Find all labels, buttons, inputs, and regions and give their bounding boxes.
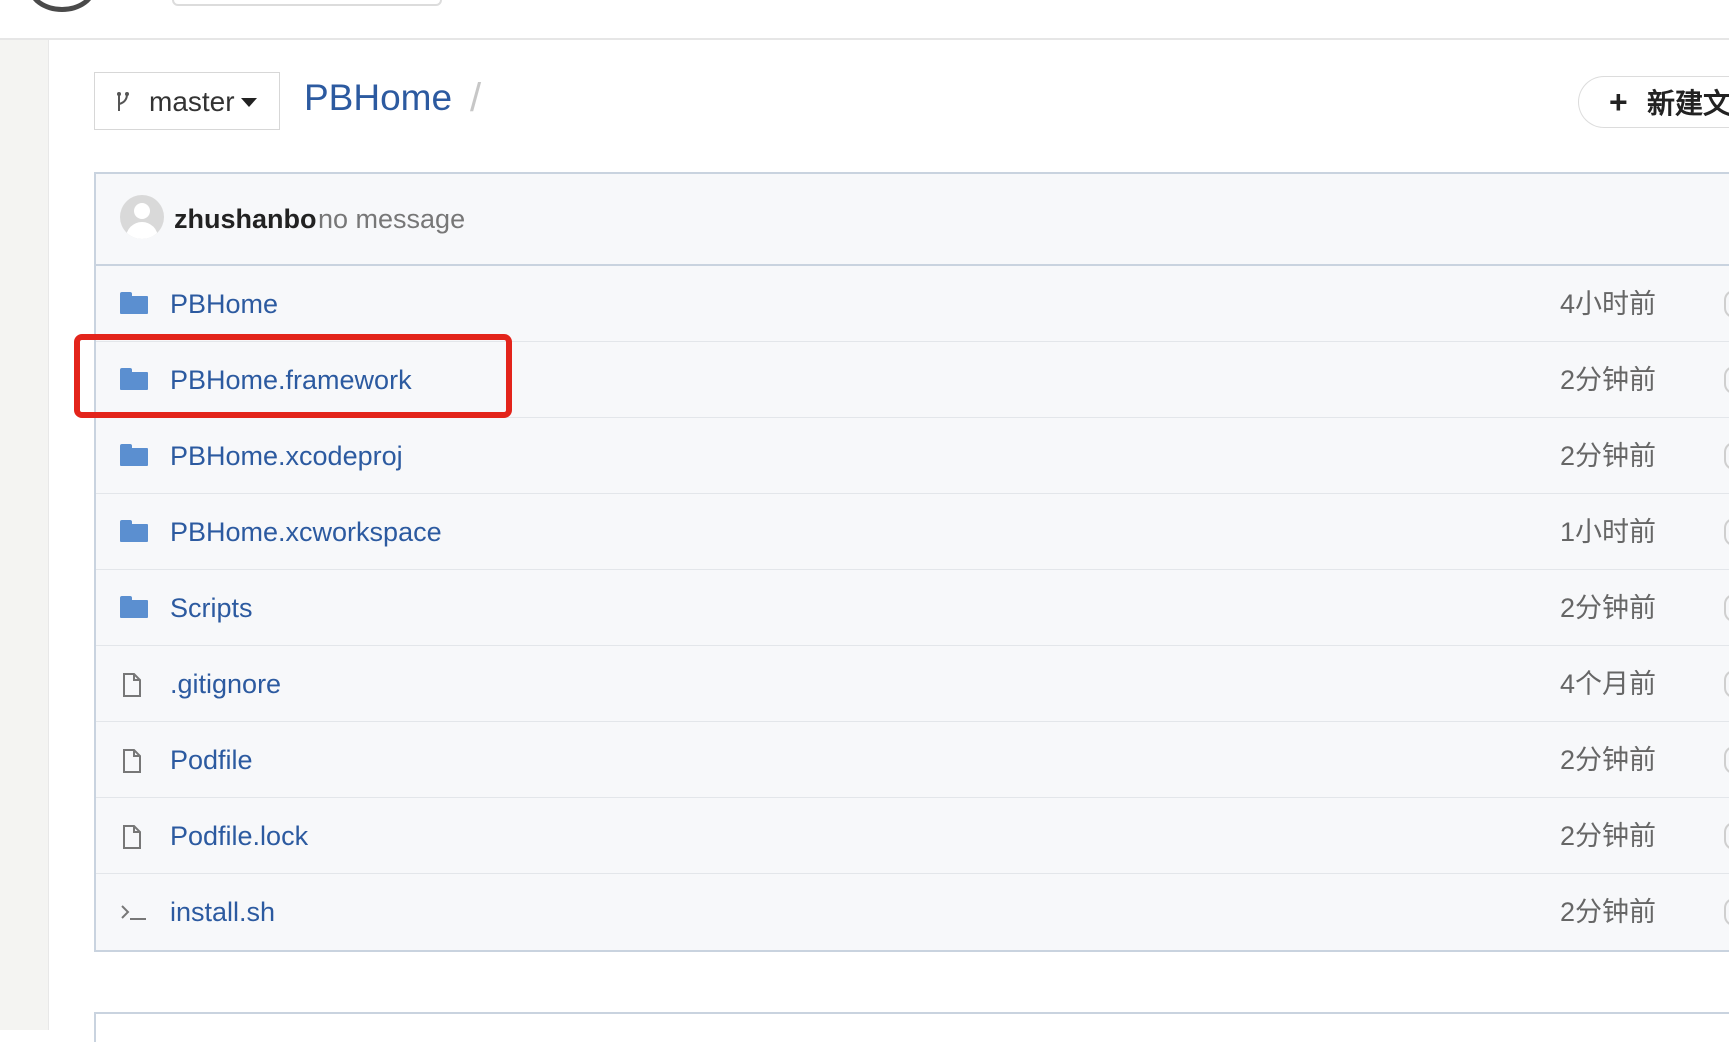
avatar[interactable]: [120, 195, 164, 239]
file-list: PBHome 4小时前 PBHome.framework 2分钟前 PBHome…: [96, 266, 1729, 950]
file-name-link[interactable]: PBHome: [170, 288, 278, 320]
folder-icon: [120, 596, 148, 618]
caret-down-icon: [241, 98, 257, 107]
file-name-link[interactable]: Podfile: [170, 744, 253, 776]
commit-message[interactable]: no message: [318, 204, 465, 234]
latest-commit-bar: zhushanbo no message: [96, 174, 1729, 266]
row-action-icon[interactable]: [1724, 366, 1729, 394]
file-row[interactable]: PBHome.framework 2分钟前: [96, 342, 1729, 418]
row-action-icon[interactable]: [1724, 670, 1729, 698]
file-updated-time: 2分钟前: [1559, 441, 1656, 471]
file-updated-time: 2分钟前: [1559, 745, 1656, 775]
search-input[interactable]: [172, 0, 442, 6]
row-action-icon[interactable]: [1724, 442, 1729, 470]
folder-icon: [120, 368, 148, 390]
file-row[interactable]: install.sh 2分钟前: [96, 874, 1729, 950]
row-action-icon[interactable]: [1724, 290, 1729, 318]
file-name-link[interactable]: Scripts: [170, 592, 253, 624]
file-name-link[interactable]: PBHome.xcodeproj: [170, 440, 403, 472]
file-updated-time: 1小时前: [1559, 517, 1656, 547]
folder-icon: [120, 520, 148, 542]
file-name-link[interactable]: PBHome.xcworkspace: [170, 516, 442, 548]
file-updated-time: 2分钟前: [1559, 593, 1656, 623]
file-updated-time: 2分钟前: [1559, 821, 1656, 851]
branch-label: master: [149, 86, 235, 117]
file-row[interactable]: Scripts 2分钟前: [96, 570, 1729, 646]
file-name-link[interactable]: .gitignore: [170, 668, 281, 700]
row-action-icon[interactable]: [1724, 594, 1729, 622]
new-file-button[interactable]: + 新建文: [1578, 76, 1729, 128]
file-row[interactable]: PBHome.xcodeproj 2分钟前: [96, 418, 1729, 494]
branch-selector-button[interactable]: master: [94, 72, 280, 130]
file-table: zhushanbo no message PBHome 4小时前 PBHome.…: [94, 172, 1729, 952]
readme-panel: [94, 1012, 1729, 1042]
row-action-icon[interactable]: [1724, 746, 1729, 774]
git-branch-icon: [117, 92, 129, 111]
file-name-link[interactable]: PBHome.framework: [170, 364, 412, 396]
row-action-icon[interactable]: [1724, 822, 1729, 850]
file-icon: [120, 748, 148, 773]
breadcrumb-separator: /: [470, 76, 482, 120]
top-header: [0, 0, 1729, 40]
file-row[interactable]: PBHome 4小时前: [96, 266, 1729, 342]
new-file-label: 新建文: [1647, 88, 1729, 119]
file-updated-time: 4个月前: [1559, 669, 1656, 699]
file-icon: [120, 824, 148, 849]
terminal-icon: [120, 900, 148, 924]
row-action-icon[interactable]: [1724, 518, 1729, 546]
file-updated-time: 2分钟前: [1559, 365, 1656, 395]
repo-title-link[interactable]: PBHome: [304, 76, 452, 120]
left-sidebar: [0, 40, 49, 1030]
file-name-link[interactable]: install.sh: [170, 896, 275, 928]
row-action-icon[interactable]: [1724, 898, 1729, 926]
file-icon: [120, 672, 148, 697]
plus-icon: +: [1609, 84, 1628, 120]
file-updated-time: 4小时前: [1559, 289, 1656, 319]
logo-icon[interactable]: [28, 0, 96, 12]
file-row[interactable]: .gitignore 4个月前: [96, 646, 1729, 722]
file-row[interactable]: PBHome.xcworkspace 1小时前: [96, 494, 1729, 570]
file-row[interactable]: Podfile 2分钟前: [96, 722, 1729, 798]
folder-icon: [120, 444, 148, 466]
commit-author[interactable]: zhushanbo: [174, 204, 317, 234]
file-name-link[interactable]: Podfile.lock: [170, 820, 308, 852]
folder-icon: [120, 292, 148, 314]
file-updated-time: 2分钟前: [1559, 897, 1656, 927]
file-row[interactable]: Podfile.lock 2分钟前: [96, 798, 1729, 874]
